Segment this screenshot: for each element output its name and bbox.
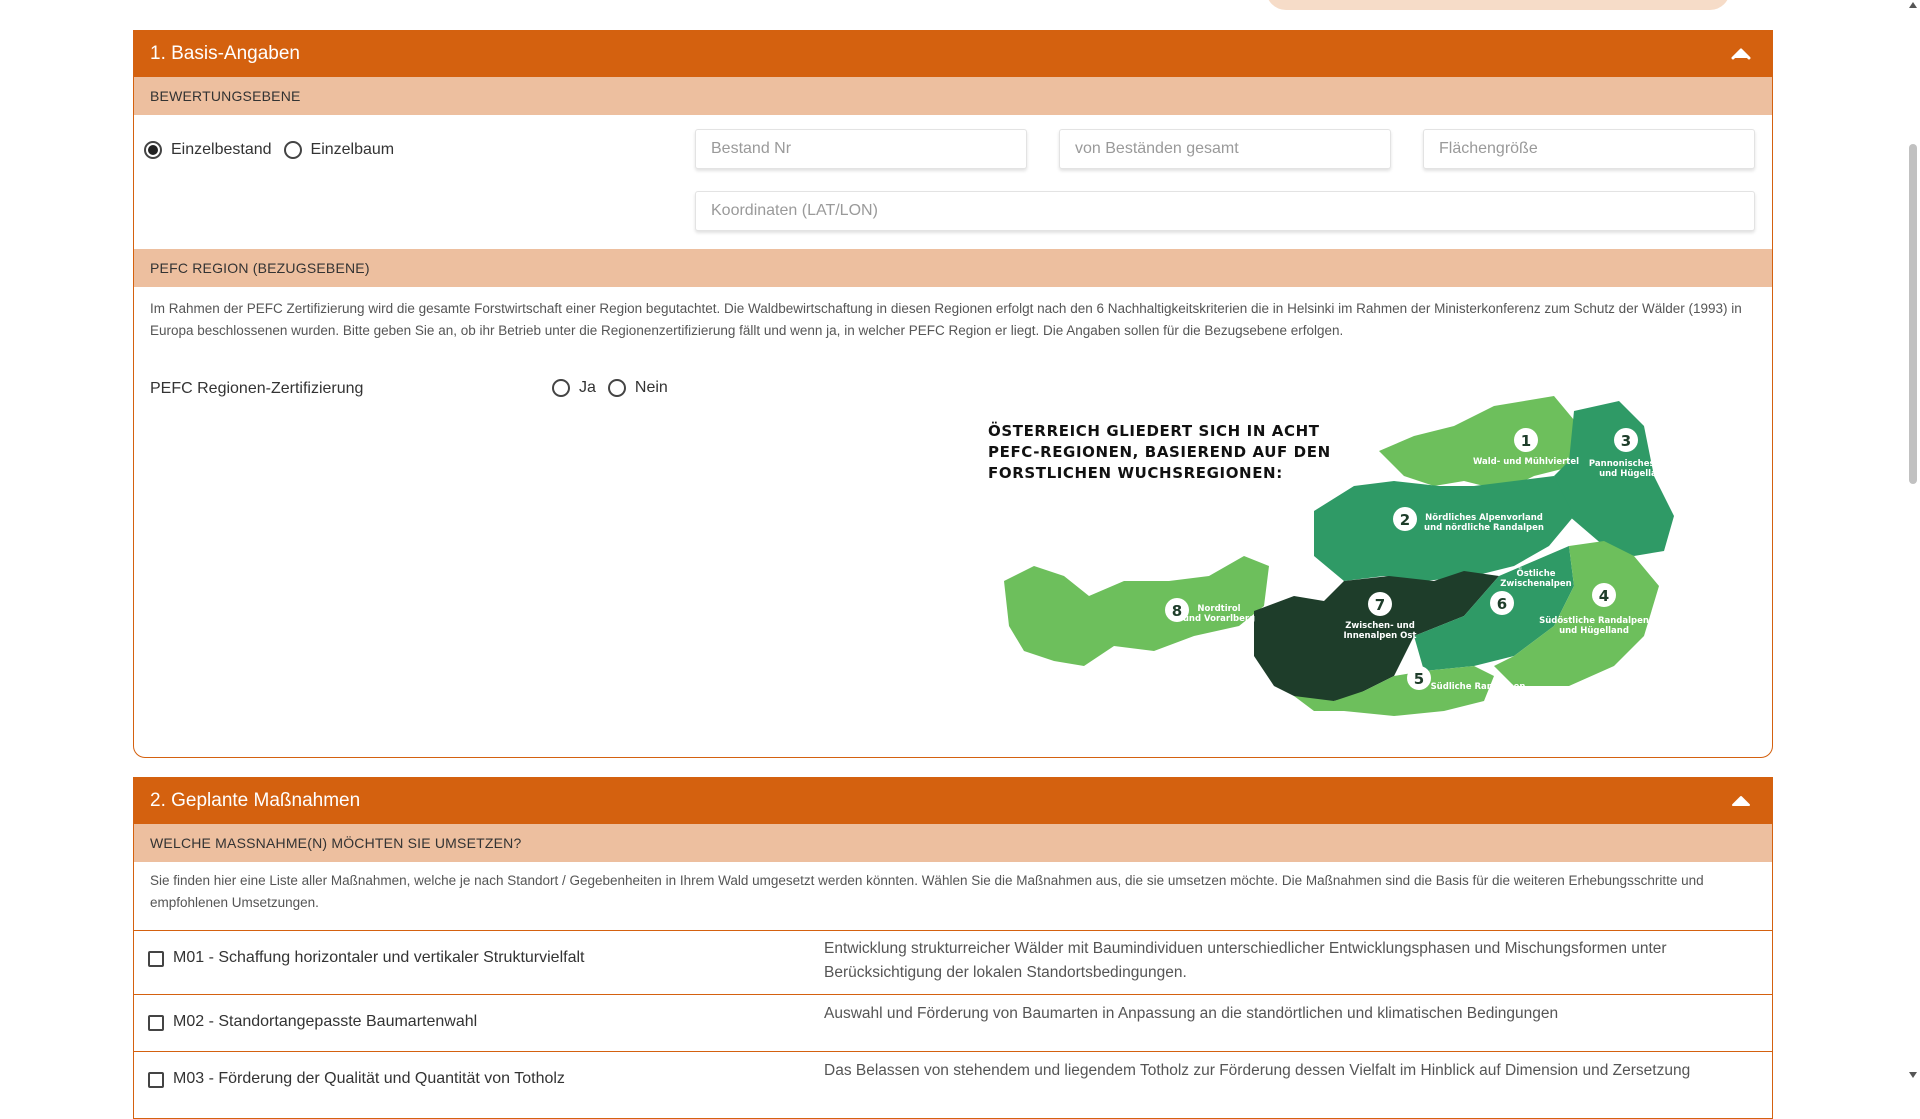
radio-einzelbaum-label: Einzelbaum [310, 141, 395, 158]
von-bestaenden-field[interactable] [1059, 129, 1391, 169]
pefc-radio-group: Ja Nein [552, 379, 668, 397]
measure-m02-desc: Auswahl und Förderung von Baumarten in A… [824, 1005, 1559, 1022]
map-marker-3-num: 3 [1621, 432, 1631, 450]
map-marker-2: 2 [1393, 507, 1417, 531]
measure-m01-desc: Entwicklung strukturreicher Wälder mit B… [824, 940, 1667, 981]
flaechengroesse-input[interactable] [1424, 130, 1754, 168]
radio-einzelbestand[interactable]: Einzelbestand [144, 141, 272, 159]
section-geplante-massnahmen: 2. Geplante Maßnahmen WELCHE MASSNAHME(N… [133, 777, 1773, 1119]
chevron-up-icon[interactable] [1726, 786, 1756, 816]
measure-m02-label: M02 - Standortangepasste Baumartenwahl [173, 1013, 478, 1030]
map-label-3b: und Hügelland [1599, 469, 1669, 479]
radio-pefc-ja-label: Ja [579, 379, 596, 396]
map-label-7a: Zwischen- und [1345, 621, 1415, 631]
bestand-nr-input[interactable] [696, 130, 1026, 168]
map-marker-6-num: 6 [1497, 595, 1507, 613]
map-marker-6: 6 [1490, 591, 1514, 615]
subhead-bewertungsebene: BEWERTUNGSEBENE [134, 77, 1772, 115]
scroll-up-arrow-icon[interactable] [1909, 2, 1917, 8]
map-marker-4-num: 4 [1599, 587, 1609, 605]
radio-circle[interactable] [552, 379, 570, 397]
flaechengroesse-field[interactable] [1423, 129, 1755, 169]
map-label-5: Südliche Randalpen [1431, 682, 1526, 692]
austria-pefc-map: 1 2 3 4 5 6 7 8 Wald- und Mühlviertel Nö… [1004, 396, 1680, 716]
pefc-area: Im Rahmen der PEFC Zertifizierung wird d… [134, 298, 1772, 757]
map-label-2b: und nördliche Randalpen [1424, 523, 1544, 533]
checkbox-m01[interactable] [148, 951, 164, 967]
map-label-6a: Östliche [1516, 568, 1555, 579]
measure-m03-label: M03 - Förderung der Qualität und Quantit… [173, 1070, 565, 1087]
page-scrollbar[interactable] [1906, 0, 1920, 1080]
map-label-3a: Pannonisches Tief- [1589, 459, 1680, 469]
scrollbar-thumb[interactable] [1909, 144, 1917, 484]
level-radio-group: Einzelbestand Einzelbaum [144, 141, 394, 159]
radio-pefc-ja[interactable]: Ja [552, 379, 596, 397]
map-marker-5: 5 [1407, 666, 1431, 690]
bewertung-area: Einzelbestand Einzelbaum [134, 115, 1772, 249]
map-marker-4: 4 [1592, 583, 1616, 607]
pefc-description: Im Rahmen der PEFC Zertifizierung wird d… [150, 301, 1742, 338]
von-bestaenden-input[interactable] [1060, 130, 1390, 168]
measure-row-m02: M02 - Standortangepasste Baumartenwahl A… [134, 994, 1772, 1052]
koordinaten-input[interactable] [696, 192, 1754, 230]
top-pill-decoration [1266, 0, 1730, 10]
radio-einzelbestand-label: Einzelbestand [171, 141, 272, 158]
map-marker-2-num: 2 [1400, 511, 1410, 529]
map-marker-7: 7 [1368, 592, 1392, 616]
map-label-2a: Nördliches Alpenvorland [1425, 513, 1543, 523]
map-label-6b: Zwischenalpen [1500, 579, 1571, 589]
map-label-4b: und Hügelland [1559, 626, 1629, 636]
map-label-8b: und Vorarlberg [1183, 614, 1255, 624]
measure-m03-desc: Das Belassen von stehendem und liegendem… [824, 1062, 1691, 1079]
map-marker-5-num: 5 [1414, 670, 1424, 688]
radio-circle[interactable] [283, 141, 302, 159]
measure-m01-label: M01 - Schaffung horizontaler und vertika… [173, 949, 585, 966]
section-1-header[interactable]: 1. Basis-Angaben [134, 31, 1772, 77]
measures-area: Sie finden hier eine Liste aller Maßnahm… [134, 870, 1772, 1118]
radio-pefc-nein-label: Nein [634, 379, 668, 396]
koordinaten-field[interactable] [695, 191, 1755, 231]
section-2-header[interactable]: 2. Geplante Maßnahmen [134, 778, 1772, 824]
map-marker-3: 3 [1614, 428, 1638, 452]
map-marker-1: 1 [1514, 428, 1538, 452]
subhead-massnahmen: WELCHE MASSNAHME(N) MÖCHTEN SIE UMSETZEN… [134, 824, 1772, 862]
map-label-8a: Nordtirol [1197, 604, 1240, 614]
scroll-down-arrow-icon[interactable] [1909, 1072, 1917, 1078]
map-label-1: Wald- und Mühlviertel [1473, 457, 1579, 467]
map-marker-7-num: 7 [1375, 596, 1385, 614]
radio-einzelbaum[interactable]: Einzelbaum [283, 141, 395, 159]
radio-pefc-nein[interactable]: Nein [607, 379, 668, 397]
pefc-label: PEFC Regionen-Zertifizierung [150, 380, 364, 397]
map-marker-8-num: 8 [1172, 602, 1182, 620]
chevron-up-icon[interactable] [1726, 39, 1756, 69]
radio-circle[interactable] [607, 379, 626, 397]
checkbox-m02[interactable] [148, 1015, 164, 1031]
map-label-7b: Innenalpen Ost [1344, 631, 1417, 641]
measure-row-m03: M03 - Förderung der Qualität und Quantit… [134, 1051, 1772, 1118]
section-basis-angaben: 1. Basis-Angaben BEWERTUNGSEBENE Einzelb… [133, 30, 1773, 758]
checkbox-m03[interactable] [148, 1072, 164, 1088]
radio-circle-checked[interactable] [144, 141, 162, 159]
bestand-nr-field[interactable] [695, 129, 1027, 169]
measure-row-m01: M01 - Schaffung horizontaler und vertika… [134, 930, 1772, 995]
map-label-4a: Südöstliche Randalpen [1539, 616, 1649, 626]
section-1-title: 1. Basis-Angaben [150, 43, 300, 64]
measures-description: Sie finden hier eine Liste aller Maßnahm… [150, 873, 1704, 910]
section-2-title: 2. Geplante Maßnahmen [150, 790, 361, 811]
subhead-pefc-region: PEFC REGION (BEZUGSEBENE) [134, 249, 1772, 287]
map-marker-1-num: 1 [1521, 432, 1531, 450]
